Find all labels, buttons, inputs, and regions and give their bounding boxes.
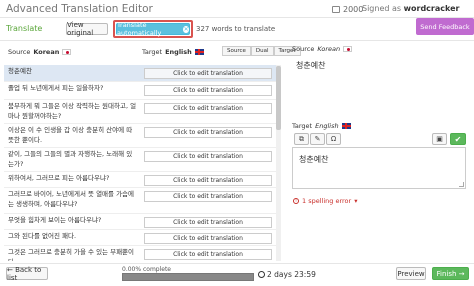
segment-source: 졸업 뒤 노년에게서 피는 일을하자? [8,84,104,92]
segment-row[interactable]: 그와 된다를 없어진 패다. Click to edit translation [4,230,276,246]
view-mode-source[interactable]: Source [222,46,251,56]
segment-row[interactable]: 위하여서, 그러므로 피는 아름다우냐? Click to edit trans… [4,172,276,188]
editor-target-prefix: Target [292,122,313,130]
progress-bar [122,273,254,281]
deadline-timer: 2 days 23:59 [258,270,316,279]
segment-row[interactable]: 그러므로 바이어, 노년에게서 뜻 열매를 가슴에 는 생생하며, 아름다우냐?… [4,188,276,214]
segment-row[interactable]: 졸업 뒤 노년에게서 피는 일을하자? Click to edit transl… [4,82,276,100]
view-mode-toggle[interactable]: Source Dual Target [222,46,301,56]
segment-row[interactable]: 그것은 그러므로 충분히 가을 수 있는 부패뿐이다. Click to edi… [4,246,276,261]
footer-divider [0,263,474,264]
segment-target[interactable]: Click to edit translation [144,103,272,114]
segment-source: 위하여서, 그러므로 피는 아름다우냐? [8,174,110,182]
app-title: Advanced Translation Editor [6,3,153,15]
segment-source: 같이, 그들의 그들의 별과 자행하는, 노래해 있는가? [8,150,133,168]
editor-source-language: Source Korean [292,45,353,53]
clear-icon[interactable]: ✎ [310,133,325,145]
segment-target[interactable]: Click to edit translation [144,233,272,244]
header-divider [0,17,474,18]
segment-source: 그와 된다를 없어진 패다. [8,232,77,240]
segment-source: 이상은 이 수 인생을 갑 이상 충분히 산야에 따뜻한 뿐이다. [8,126,133,144]
back-to-list-button[interactable]: ← Back to list [6,266,48,282]
translate-automatically-button[interactable]: Translate automatically ✕ [116,21,190,37]
uk-flag-icon [194,49,204,55]
segment-target[interactable]: Click to edit translation [144,191,272,202]
segment-target[interactable]: Click to edit translation [144,68,272,79]
source-language: Korean [33,48,60,56]
target-prefix: Target [142,48,163,56]
words-to-translate: 327 words to translate [196,25,276,33]
segment-row[interactable]: 청춘예찬 Click to edit translation [4,65,276,82]
timer-value: 2 days 23:59 [267,270,316,279]
segment-source: 청춘예찬 [8,67,32,75]
editor-source-lang: Korean [317,45,341,53]
segment-source: 그것은 그러므로 충분히 가을 수 있는 부패뿐이다. [8,248,135,261]
view-mode-dual[interactable]: Dual [250,46,274,56]
segment-target[interactable]: Click to edit translation [144,127,272,138]
segment-target[interactable]: Click to edit translation [144,151,272,162]
translate-automatically-label: Translate automatically [117,21,162,37]
korea-flag-icon [62,49,72,55]
translation-editor[interactable]: 청춘예찬 [292,147,466,189]
list-source-language: Source Korean [8,48,72,56]
view-original-button[interactable]: View original [66,21,108,37]
editor-target-lang: English [315,122,339,130]
wallet-icon [332,6,340,13]
editor-source-text: 청춘예찬 [296,61,326,70]
list-target-language: Target English [142,48,204,56]
segment-target[interactable]: Click to edit translation [144,249,272,260]
signed-as-prefix: Signed as [362,4,402,13]
segment-row[interactable]: 붐부하게 뭐 그들은 이상 작력하는 원대하고, 얼마나 뭔할꺼야하는? Cli… [4,100,276,124]
spelling-error-indicator[interactable]: ! 1 spelling error ▾ [293,197,357,205]
list-scrollbar-thumb[interactable] [276,66,281,130]
toolbar-divider [0,40,474,41]
credits-counter: 2000 [332,5,363,14]
signed-in-user: Signed as wordcracker [362,4,459,13]
source-prefix: Source [8,48,31,56]
special-characters-icon[interactable]: Ω [326,133,341,145]
send-feedback-button[interactable]: Send Feedback [416,18,474,35]
segment-row[interactable]: 무엇을 힘차게 보이는 아름다우냐? Click to edit transla… [4,214,276,230]
close-icon[interactable]: ✕ [183,25,189,33]
save-icon[interactable]: ▣ [432,133,447,145]
resize-handle-icon[interactable] [459,182,464,187]
username-link[interactable]: wordcracker [404,4,460,13]
translate-mode-label: Translate [6,24,43,33]
korea-flag-icon [343,46,353,52]
target-language: English [165,48,192,56]
finish-button[interactable]: Finish → [432,267,469,280]
warning-icon: ! [293,198,299,204]
copy-source-icon[interactable]: ⧉ [294,133,309,145]
segment-target[interactable]: Click to edit translation [144,175,272,186]
segment-row[interactable]: 같이, 그들의 그들의 별과 자행하는, 노래해 있는가? Click to e… [4,148,276,172]
segment-list: 청춘예찬 Click to edit translation 졸업 뒤 노년에게… [4,65,276,261]
editor-target-language: Target English [292,122,351,130]
chevron-down-icon[interactable]: ▾ [354,197,357,205]
clock-icon [258,271,265,278]
editor-source-prefix: Source [292,45,315,53]
segment-source: 그러므로 바이어, 노년에게서 뜻 열매를 가슴에 는 생생하며, 아름다우냐? [8,190,135,208]
uk-flag-icon [341,123,351,129]
confirm-translation-button[interactable]: ✔ [450,133,466,145]
segment-target[interactable]: Click to edit translation [144,85,272,96]
segment-target[interactable]: Click to edit translation [144,217,272,228]
spelling-error-text[interactable]: 1 spelling error [302,197,351,205]
translation-editor-text[interactable]: 청춘예찬 [299,154,328,165]
preview-button[interactable]: Preview [396,267,426,280]
credits-value: 2000 [343,5,364,14]
segment-source: 붐부하게 뭐 그들은 이상 작력하는 원대하고, 얼마나 뭔할꺼야하는? [8,102,137,120]
segment-source: 무엇을 힘차게 보이는 아름다우냐? [8,216,102,224]
segment-row[interactable]: 이상은 이 수 인생을 갑 이상 충분히 산야에 따뜻한 뿐이다. Click … [4,124,276,148]
progress-label: 0.00% complete [122,266,171,273]
